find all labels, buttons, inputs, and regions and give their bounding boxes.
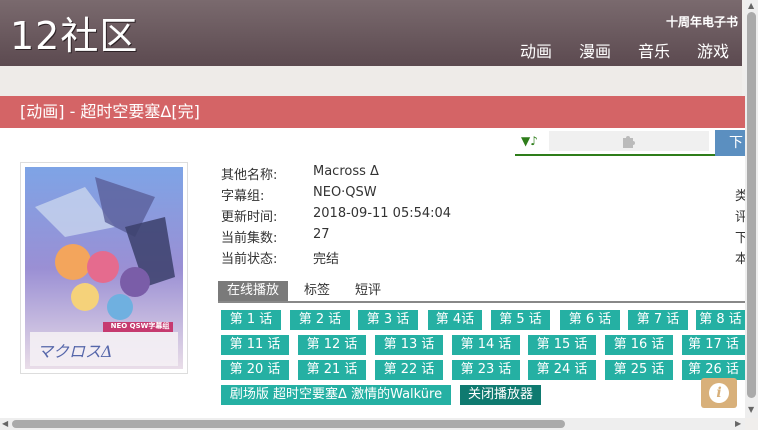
scroll-left-arrow-icon[interactable]: ◀ bbox=[2, 419, 8, 428]
episode-button[interactable]: 第 5 话 bbox=[491, 310, 550, 330]
info-row: 更新时间: 2018-09-11 05:54:04 bbox=[221, 206, 451, 227]
site-logo[interactable]: 12社区 bbox=[10, 14, 138, 58]
plugin-placeholder[interactable] bbox=[549, 131, 709, 151]
episode-button[interactable]: 第 12 话 bbox=[298, 335, 366, 355]
close-player-button[interactable]: 关闭播放器 bbox=[460, 385, 541, 405]
nav-games[interactable]: 游戏 bbox=[697, 38, 729, 62]
scroll-down-arrow-icon[interactable]: ▼ bbox=[748, 405, 754, 414]
scroll-up-arrow-icon[interactable]: ▲ bbox=[748, 1, 754, 10]
info-value-fansub: NEO·QSW bbox=[313, 185, 377, 200]
horizontal-scroll-thumb[interactable] bbox=[12, 420, 565, 428]
info-value-other-names: Macross Δ bbox=[313, 164, 379, 179]
info-row: 当前状态: 完结 bbox=[221, 248, 451, 269]
svg-text:マクロスΔ: マクロスΔ bbox=[37, 342, 113, 361]
cover-frame: マクロスΔ NEO QSW字幕组 bbox=[20, 162, 188, 374]
episode-button[interactable]: 第 3 话 bbox=[358, 310, 418, 330]
info-block: 其他名称: Macross Δ 字幕组: NEO·QSW 更新时间: 2018-… bbox=[221, 164, 451, 269]
episode-button[interactable]: 第 23 话 bbox=[452, 360, 520, 380]
episode-button[interactable]: 第 25 话 bbox=[605, 360, 673, 380]
episode-button[interactable]: 第 4话 bbox=[428, 310, 482, 330]
tab-short-reviews[interactable]: 短评 bbox=[355, 281, 381, 301]
info-value-episode-count: 27 bbox=[313, 227, 330, 242]
episode-button[interactable]: 第 11 话 bbox=[221, 335, 289, 355]
movie-button[interactable]: 剧场版 超时空要塞Δ 激情的Walküre bbox=[221, 385, 451, 405]
info-key-fansub: 字幕组: bbox=[221, 189, 265, 204]
episode-button[interactable]: 第 13 话 bbox=[375, 335, 443, 355]
horizontal-scrollbar[interactable]: ◀ ▶ bbox=[0, 418, 745, 430]
site-header: 12社区 十周年电子书 动画 漫画 音乐 游戏 bbox=[0, 0, 742, 66]
page-title: [动画] - 超时空要塞Δ[完] bbox=[0, 96, 745, 128]
info-value-status: 完结 bbox=[313, 252, 340, 267]
episode-button[interactable]: 第 16 话 bbox=[605, 335, 673, 355]
episode-button[interactable]: 第 22 话 bbox=[375, 360, 443, 380]
episode-button[interactable]: 第 17 话 bbox=[682, 335, 745, 355]
detail-tabs: 在线播放 标签 短评 bbox=[218, 281, 745, 303]
episode-button[interactable]: 第 15 话 bbox=[528, 335, 596, 355]
info-key-episode-count: 当前集数: bbox=[221, 231, 278, 246]
info-key-updated: 更新时间: bbox=[221, 210, 278, 225]
info-float-button[interactable]: i bbox=[701, 378, 737, 408]
cover-image[interactable]: マクロスΔ NEO QSW字幕组 bbox=[25, 167, 183, 369]
episode-button[interactable]: 第 24 话 bbox=[528, 360, 596, 380]
info-key-status: 当前状态: bbox=[221, 252, 278, 267]
fansub-badge: NEO QSW字幕组 bbox=[110, 322, 170, 330]
info-icon: i bbox=[709, 383, 729, 403]
nav-anime[interactable]: 动画 bbox=[520, 38, 552, 62]
episode-button[interactable]: 第 1 话 bbox=[221, 310, 281, 330]
episode-button[interactable]: 第 6 话 bbox=[560, 310, 620, 330]
scroll-right-arrow-icon[interactable]: ▶ bbox=[735, 419, 741, 428]
nav-manga[interactable]: 漫画 bbox=[579, 38, 611, 62]
info-row: 当前集数: 27 bbox=[221, 227, 451, 248]
episode-button[interactable]: 第 8 话 bbox=[696, 310, 745, 330]
music-player-bar[interactable]: ▼♪ bbox=[515, 130, 715, 156]
cover-art: マクロスΔ bbox=[25, 167, 183, 369]
info-row: 其他名称: Macross Δ bbox=[221, 164, 451, 185]
episode-button[interactable]: 第 20 话 bbox=[221, 360, 289, 380]
episode-button[interactable]: 第 7 话 bbox=[628, 310, 688, 330]
episode-button[interactable]: 第 26 话 bbox=[682, 360, 745, 380]
main-nav: 动画 漫画 音乐 游戏 bbox=[520, 38, 729, 62]
puzzle-icon bbox=[623, 136, 635, 148]
vertical-scrollbar[interactable]: ▲ ▼ bbox=[745, 0, 758, 418]
episode-button[interactable]: 第 21 话 bbox=[298, 360, 366, 380]
episode-button[interactable]: 第 14 话 bbox=[452, 335, 520, 355]
info-value-updated: 2018-09-11 05:54:04 bbox=[313, 206, 452, 221]
tab-online-play[interactable]: 在线播放 bbox=[218, 281, 289, 301]
info-key-other-names: 其他名称: bbox=[221, 168, 278, 183]
info-row: 字幕组: NEO·QSW bbox=[221, 185, 451, 206]
sub-header-band bbox=[0, 66, 742, 96]
music-note-icon[interactable]: ▼♪ bbox=[521, 134, 538, 148]
vertical-scroll-thumb[interactable] bbox=[747, 12, 756, 398]
tab-tags[interactable]: 标签 bbox=[304, 281, 330, 301]
nav-music[interactable]: 音乐 bbox=[638, 38, 670, 62]
ebook-link[interactable]: 十周年电子书 bbox=[666, 13, 738, 30]
download-button[interactable]: 下 bbox=[715, 130, 745, 156]
episode-button[interactable]: 第 2 话 bbox=[290, 310, 350, 330]
